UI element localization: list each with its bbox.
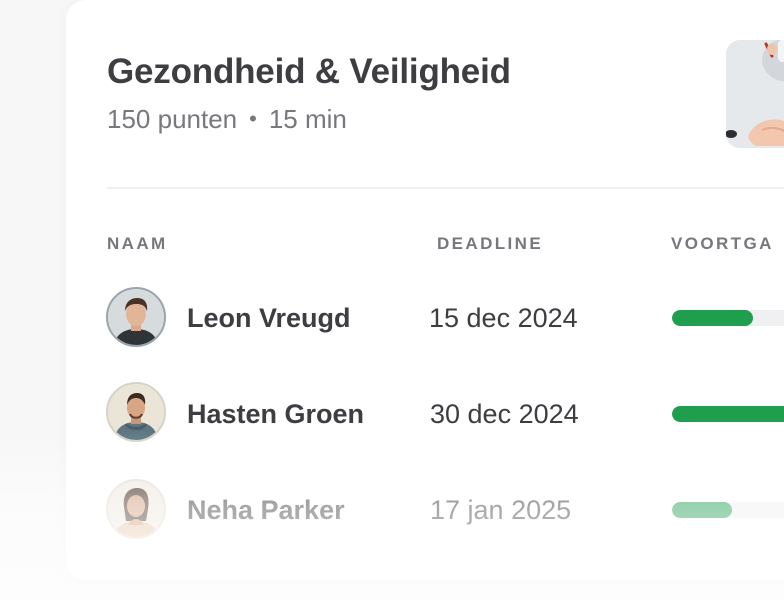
column-header-progress: VOORTGA — [671, 234, 774, 253]
row-deadline: 15 dec 2024 — [429, 303, 578, 333]
person-avatar-icon — [108, 384, 164, 440]
row-deadline: 30 dec 2024 — [430, 399, 579, 429]
progress-bar — [672, 502, 784, 518]
progress-fill — [672, 310, 754, 326]
progress-fill — [672, 406, 784, 422]
person-avatar-icon — [108, 481, 164, 537]
course-points: 150 punten — [107, 104, 238, 134]
row-deadline: 17 jan 2025 — [430, 495, 572, 525]
table-row[interactable]: Hasten Groen 30 dec 2024 — [0, 381, 784, 451]
row-name: Neha Parker — [187, 495, 345, 525]
course-title: Gezondheid & Veiligheid — [107, 52, 511, 91]
table-row[interactable]: Leon Vreugd 15 dec 2024 — [0, 285, 784, 355]
person-avatar-icon — [108, 289, 164, 345]
header-divider — [107, 187, 784, 189]
column-header-deadline: DEADLINE — [437, 234, 544, 253]
row-name: Leon Vreugd — [187, 303, 351, 333]
column-header-name: NAAM — [107, 234, 168, 253]
hand-sanitizer-photo-icon — [726, 40, 784, 148]
progress-bar — [672, 406, 784, 422]
progress-bar — [672, 310, 784, 326]
table-row[interactable]: Neha Parker 17 jan 2025 — [0, 477, 784, 547]
avatar — [106, 382, 166, 442]
course-thumbnail[interactable] — [726, 40, 784, 148]
course-duration: 15 min — [268, 104, 347, 134]
progress-fill — [672, 502, 733, 518]
row-name: Hasten Groen — [187, 399, 365, 429]
course-meta: 150 punten • 15 min — [107, 104, 347, 135]
avatar — [106, 479, 166, 539]
avatar — [106, 287, 166, 347]
meta-separator: • — [249, 106, 257, 131]
